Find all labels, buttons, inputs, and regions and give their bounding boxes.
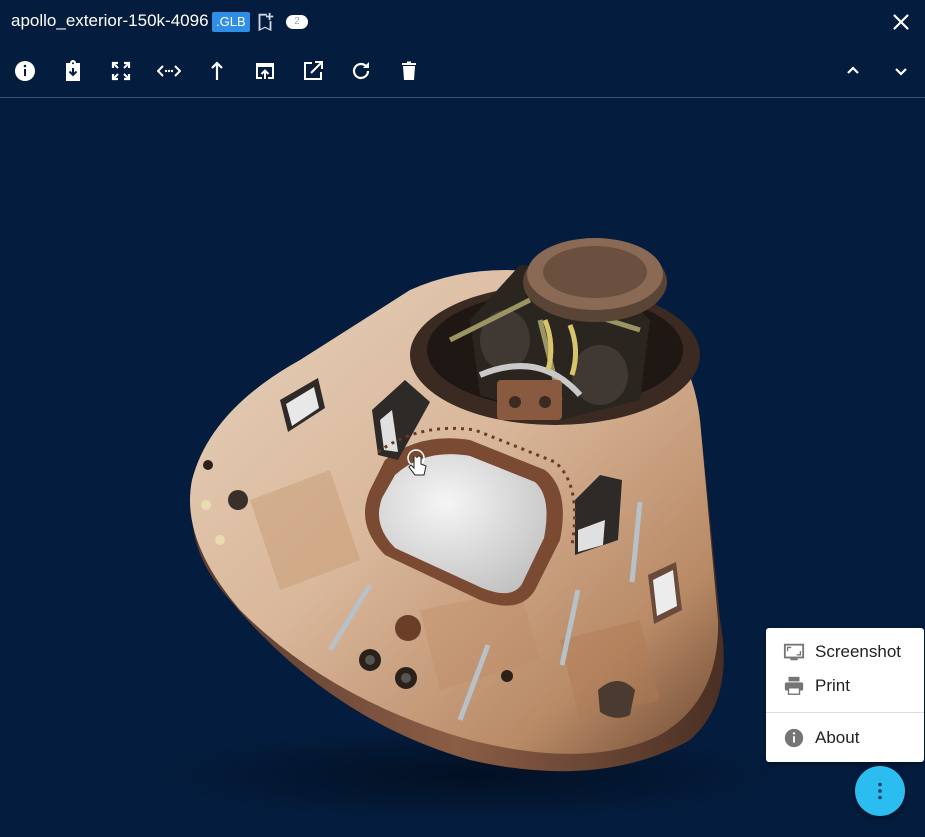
menu-item-screenshot[interactable]: Screenshot	[766, 636, 924, 668]
fullscreen-icon[interactable]	[105, 50, 137, 92]
menu-item-print[interactable]: Print	[766, 670, 924, 702]
bookmark-add-icon[interactable]	[254, 11, 276, 33]
menu-item-label: Screenshot	[815, 642, 901, 661]
hand-cursor-icon	[405, 448, 429, 478]
print-icon	[783, 675, 805, 697]
bookmark-count-badge: 2	[286, 15, 308, 29]
info-icon[interactable]	[9, 50, 41, 92]
close-icon[interactable]	[888, 9, 914, 35]
more-vertical-icon	[878, 782, 882, 800]
info-icon	[783, 727, 805, 749]
model-title: apollo_exterior-150k-4096	[11, 11, 209, 30]
menu-item-label: About	[815, 728, 860, 747]
format-badge: .GLB	[212, 12, 250, 32]
menu-item-label: Print	[815, 676, 850, 695]
download-clipboard-icon[interactable]	[57, 50, 89, 92]
chevron-up-icon[interactable]	[837, 50, 869, 92]
refresh-icon[interactable]	[345, 50, 377, 92]
external-link-icon[interactable]	[297, 50, 329, 92]
delete-icon[interactable]	[393, 50, 425, 92]
menu-item-about[interactable]: About	[766, 722, 924, 754]
code-arrows-icon[interactable]	[153, 50, 185, 92]
chevron-down-icon[interactable]	[885, 50, 917, 92]
menu-separator	[766, 712, 924, 713]
toolbar	[0, 50, 925, 92]
context-menu: Screenshot Print About	[766, 628, 924, 762]
title-bar: apollo_exterior-150k-4096 .GLB 2	[0, 0, 925, 44]
open-in-icon[interactable]	[249, 50, 281, 92]
more-options-button[interactable]	[855, 766, 905, 816]
arrow-up-icon[interactable]	[201, 50, 233, 92]
screenshot-icon	[783, 641, 805, 663]
